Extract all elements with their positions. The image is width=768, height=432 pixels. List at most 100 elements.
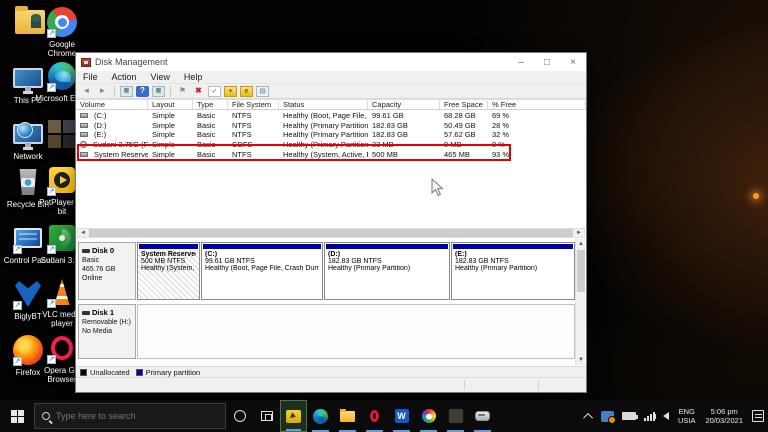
clock[interactable]: 5:06 pm 20/03/2021 [700, 407, 748, 426]
action-center-icon [752, 410, 764, 422]
status-bar [76, 377, 586, 392]
volume-row-d[interactable]: (D:) Simple Basic NTFS Healthy (Primary … [76, 121, 586, 131]
unallocated-swatch [80, 369, 87, 376]
disk-icon [82, 249, 90, 253]
tray-notification-app[interactable] [597, 400, 618, 432]
mouse-cursor [431, 178, 444, 202]
maximize-button[interactable]: □ [534, 53, 560, 71]
scrollbar-thumb[interactable] [89, 229, 573, 237]
menu-file[interactable]: File [76, 72, 105, 82]
col-type[interactable]: Type [193, 100, 228, 109]
shortcut-arrow-icon [13, 245, 22, 254]
console-tree-icon[interactable]: ▦ [120, 86, 133, 97]
language-indicator[interactable]: ENG USIA [673, 407, 701, 426]
check-icon[interactable]: ✓ [208, 86, 221, 97]
col-file-system[interactable]: File System [228, 100, 279, 109]
taskbar-edge[interactable] [307, 400, 334, 432]
legend-unallocated: Unallocated [80, 368, 130, 377]
tray-expand-button[interactable] [582, 400, 597, 432]
taskbar-search[interactable] [34, 403, 226, 429]
pointer-icon[interactable]: ⚑ [176, 86, 189, 97]
globe-icon [17, 122, 33, 138]
shortcut-arrow-icon [47, 299, 56, 308]
shortcut-arrow-icon [47, 355, 56, 364]
paint-palette-icon [422, 409, 436, 423]
red-highlight-box [77, 144, 511, 161]
vertical-scrollbar[interactable]: ▲ ▼ [575, 239, 585, 365]
help-icon[interactable]: ? [136, 86, 149, 97]
battery-icon [622, 412, 636, 420]
disk-0-label-panel[interactable]: Disk 0 Basic 465.76 GB Online [78, 242, 136, 300]
taskbar: W ENG USIA 5:06 pm 20/03/2021 [0, 400, 768, 432]
new-volume-icon[interactable]: + [224, 86, 237, 97]
partition-legend: Unallocated Primary partition [76, 366, 586, 377]
explore-icon[interactable]: e [240, 86, 253, 97]
close-button[interactable]: × [560, 53, 586, 71]
time: 5:06 pm [711, 407, 738, 416]
toolbar-separator [114, 86, 115, 97]
taskbar-paint[interactable] [415, 400, 442, 432]
col-free-space[interactable]: Free Space [440, 100, 488, 109]
partition-c[interactable]: (C:) 99.61 GB NTFS Healthy (Boot, Page F… [201, 242, 323, 300]
taskbar-disk-management[interactable] [280, 400, 307, 432]
scrollbar-thumb[interactable] [577, 250, 585, 292]
taskbar-file-explorer[interactable] [334, 400, 361, 432]
partition-e[interactable]: (E:) 182.83 GB NTFS Healthy (Primary Par… [451, 242, 575, 300]
volume-indicator[interactable] [659, 400, 673, 432]
partition-system-reserved[interactable]: System Reserved 500 MB NTFS Healthy (Sys… [137, 242, 200, 300]
disk-1-label-panel[interactable]: Disk 1 Removable (H:) No Media [78, 304, 136, 359]
col-layout[interactable]: Layout [148, 100, 193, 109]
desktop-icon-google-chrome[interactable]: Google Chrome [34, 6, 90, 58]
scroll-up-icon[interactable]: ▲ [576, 239, 586, 249]
task-view-icon [261, 411, 273, 421]
col-volume[interactable]: Volume [76, 100, 148, 109]
volume-list-header: Volume Layout Type File System Status Ca… [76, 99, 586, 110]
search-input[interactable] [56, 411, 196, 421]
dark-app-icon [449, 409, 463, 423]
horizontal-scrollbar[interactable]: ◄ ► [77, 228, 585, 238]
disk-1-row: Disk 1 Removable (H:) No Media [78, 304, 575, 359]
action-pane-icon[interactable]: ▦ [152, 86, 165, 97]
scroll-down-icon[interactable]: ▼ [576, 355, 586, 365]
delete-volume-icon[interactable]: ✖ [192, 86, 205, 97]
task-view-button[interactable] [253, 400, 280, 432]
scroll-left-icon[interactable]: ◄ [78, 229, 88, 237]
volume-row-c[interactable]: (C:) Simple Basic NTFS Healthy (Boot, Pa… [76, 111, 586, 121]
tray-app-icon [601, 411, 614, 422]
disk-graphic-area: Disk 0 Basic 465.76 GB Online System Res… [76, 239, 586, 365]
col-pct-free[interactable]: % Free [488, 100, 586, 109]
action-center-button[interactable] [748, 400, 768, 432]
shortcut-arrow-icon [13, 301, 22, 310]
disk-icon [82, 311, 90, 315]
scroll-right-icon[interactable]: ► [574, 229, 584, 237]
shortcut-arrow-icon [47, 29, 56, 38]
taskbar-word[interactable]: W [388, 400, 415, 432]
primary-partition-bar [203, 244, 321, 249]
back-icon[interactable]: ◄ [80, 86, 93, 97]
hard-drive-icon [475, 411, 490, 421]
disk-1-empty-region[interactable] [137, 304, 575, 359]
volume-row-e[interactable]: (E:) Simple Basic NTFS Healthy (Primary … [76, 130, 586, 140]
menu-view[interactable]: View [144, 72, 177, 82]
network-indicator[interactable] [640, 400, 659, 432]
taskbar-disk-tool[interactable] [469, 400, 496, 432]
col-status[interactable]: Status [279, 100, 368, 109]
cortana-button[interactable] [226, 400, 253, 432]
menu-help[interactable]: Help [177, 72, 210, 82]
taskbar-opera-gx[interactable] [361, 400, 388, 432]
system-tray: ENG USIA 5:06 pm 20/03/2021 [582, 400, 768, 432]
minimize-button[interactable]: – [508, 53, 534, 71]
partition-d[interactable]: (D:) 182.83 GB NTFS Healthy (Primary Par… [324, 242, 450, 300]
start-button[interactable] [0, 400, 34, 432]
cortana-icon [234, 410, 246, 422]
window-titlebar[interactable]: Disk Management – □ × [76, 53, 586, 71]
details-icon[interactable]: ▤ [256, 86, 269, 97]
taskbar-dark-app[interactable] [442, 400, 469, 432]
forward-icon[interactable]: ► [96, 86, 109, 97]
speaker-icon [663, 412, 669, 420]
edge-icon [313, 409, 328, 424]
primary-partition-swatch [136, 369, 143, 376]
col-capacity[interactable]: Capacity [368, 100, 440, 109]
battery-indicator[interactable] [618, 400, 640, 432]
menu-action[interactable]: Action [105, 72, 144, 82]
